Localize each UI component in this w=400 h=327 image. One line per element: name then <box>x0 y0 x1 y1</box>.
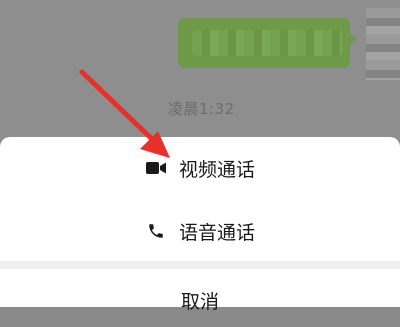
red-arrow-annotation <box>79 69 170 158</box>
